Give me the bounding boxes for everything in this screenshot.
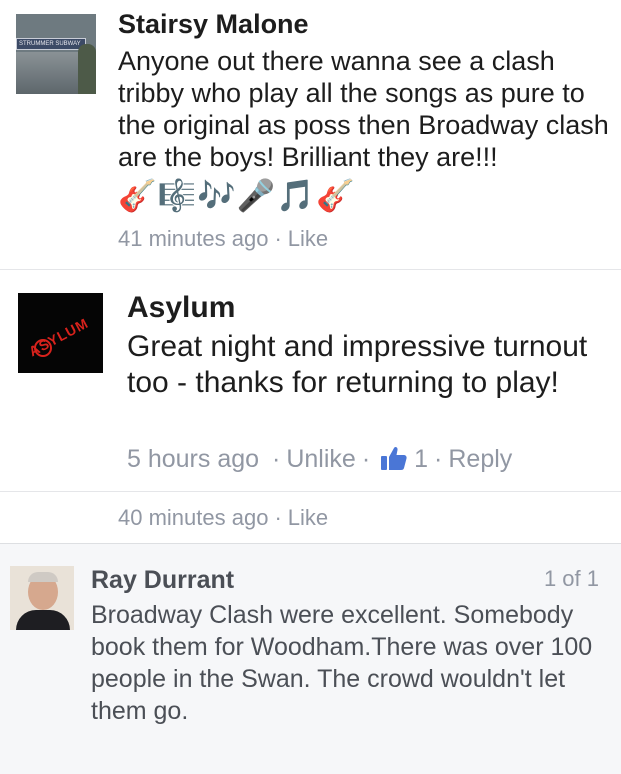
emoji-row: 🎸🎼🎶🎤🎵🎸 (118, 178, 356, 214)
reply-button[interactable]: Reply (448, 445, 512, 473)
like-button[interactable]: Like (288, 226, 328, 251)
reply-asylum: ASYLUM Asylum Great night and impressive… (0, 271, 621, 491)
avatar-ray-durrant[interactable] (10, 566, 74, 630)
avatar-asylum[interactable]: ASYLUM (18, 293, 103, 373)
meta-separator: · (274, 505, 282, 530)
thumbs-up-icon[interactable] (380, 445, 408, 471)
comment-meta: 41 minutes ago · Like (118, 226, 328, 252)
comment-text: Broadway Clash were excellent. Somebody … (91, 601, 593, 725)
comment-ray-durrant: Ray Durrant 1 of 1 Broadway Clash were e… (0, 543, 621, 774)
comment-stairsy-malone: STRUMMER SUBWAY Stairsy Malone Anyone ou… (0, 0, 621, 270)
meta-separator: · (272, 445, 281, 473)
meta-separator: · (434, 445, 443, 473)
comment-timestamp[interactable]: 41 minutes ago (118, 226, 268, 251)
avatar-logo-text: ASYLUM (26, 314, 92, 360)
divider (0, 491, 621, 492)
comment-footer-meta: 40 minutes ago · Like (118, 505, 328, 531)
avatar-person (78, 44, 96, 94)
avatar-body (16, 610, 70, 630)
reply-text: Great night and impressive turnout too -… (127, 330, 588, 399)
reply-meta: 5 hours ago · Unlike · 1 · Reply (127, 445, 512, 474)
meta-separator: · (361, 445, 371, 473)
reply-author-name[interactable]: Asylum (127, 291, 235, 325)
comment-author-name[interactable]: Stairsy Malone (118, 9, 309, 40)
meta-separator: · (274, 226, 282, 251)
avatar-hair (28, 572, 58, 582)
unlike-button[interactable]: Unlike (286, 445, 355, 473)
avatar-sign: STRUMMER SUBWAY (16, 38, 86, 50)
like-button[interactable]: Like (288, 505, 328, 530)
like-count: 1 (414, 445, 429, 473)
comment-text: Anyone out there wanna see a clash tribb… (118, 46, 609, 172)
reply-timestamp[interactable]: 5 hours ago (127, 445, 259, 473)
comment-counter: 1 of 1 (543, 566, 599, 591)
avatar-stairsy-malone[interactable]: STRUMMER SUBWAY (16, 14, 96, 94)
comment-author-name[interactable]: Ray Durrant (91, 566, 234, 595)
comment-timestamp[interactable]: 40 minutes ago (118, 505, 268, 530)
divider (0, 269, 621, 270)
